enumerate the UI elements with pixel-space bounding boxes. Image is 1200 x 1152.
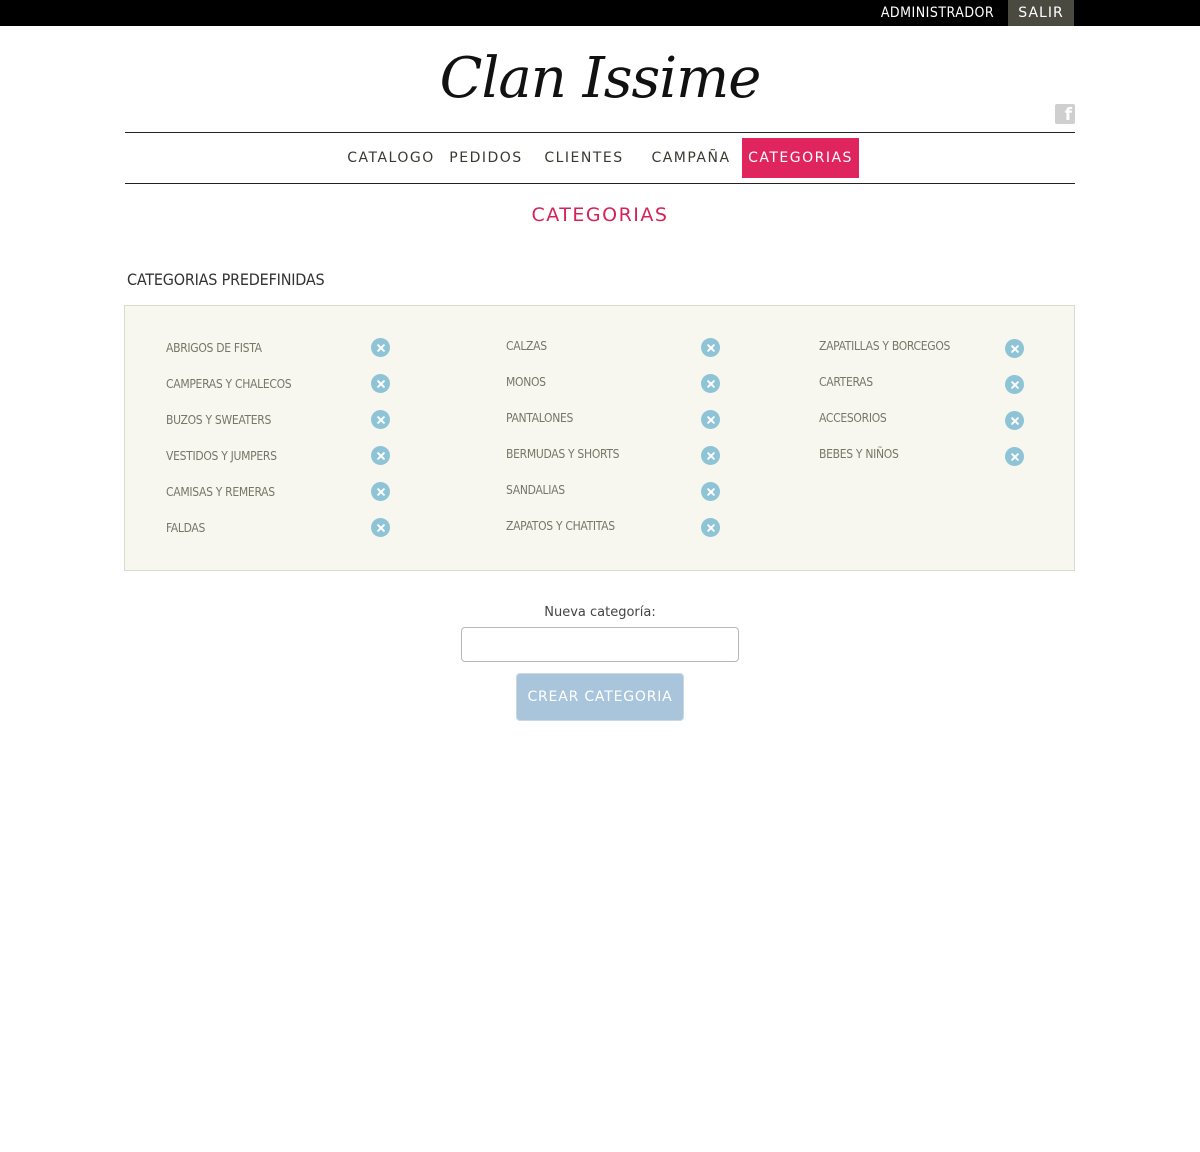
top-bar: ADMINISTRADOR SALIR: [0, 0, 1200, 26]
logout-button[interactable]: SALIR: [1008, 0, 1074, 26]
page-title: CATEGORIAS: [531, 204, 669, 226]
delete-category-icon[interactable]: [701, 518, 720, 537]
nav-item-clientes[interactable]: CLIENTES: [541, 138, 627, 178]
delete-category-icon[interactable]: [371, 410, 390, 429]
delete-category-icon[interactable]: [371, 446, 390, 465]
category-label: CARTERAS: [819, 375, 873, 389]
delete-category-icon[interactable]: [371, 518, 390, 537]
new-category-input[interactable]: [461, 627, 739, 662]
delete-category-icon[interactable]: [1005, 375, 1024, 394]
category-item: PANTALONES: [506, 408, 720, 429]
delete-category-icon[interactable]: [701, 338, 720, 357]
delete-category-icon[interactable]: [1005, 339, 1024, 358]
delete-category-icon[interactable]: [371, 338, 390, 357]
nav-item-catalogo[interactable]: CATALOGO: [347, 138, 435, 178]
category-label: CAMPERAS Y CHALECOS: [166, 377, 292, 391]
category-item: BUZOS Y SWEATERS: [166, 410, 390, 430]
category-label: BEBES Y NIÑOS: [819, 447, 899, 461]
section-title: CATEGORIAS PREDEFINIDAS: [127, 270, 325, 289]
nav-item-campana[interactable]: CAMPAÑA: [647, 138, 735, 178]
delete-category-icon[interactable]: [1005, 447, 1024, 466]
delete-category-icon[interactable]: [1005, 411, 1024, 430]
delete-category-icon[interactable]: [701, 446, 720, 465]
category-item: ZAPATILLAS Y BORCEGOS: [819, 336, 1024, 358]
delete-category-icon[interactable]: [371, 374, 390, 393]
delete-category-icon[interactable]: [371, 482, 390, 501]
delete-category-icon[interactable]: [701, 374, 720, 393]
admin-user-label[interactable]: ADMINISTRADOR: [880, 0, 995, 26]
category-label: FALDAS: [166, 521, 206, 535]
main-nav: CATALOGO PEDIDOS CLIENTES CAMPAÑA CATEGO…: [125, 132, 1075, 184]
site-logo[interactable]: Clan Issime: [400, 44, 800, 114]
category-item: ABRIGOS DE FISTA: [166, 338, 390, 358]
new-category-label: Nueva categoría:: [544, 605, 656, 620]
category-item: ACCESORIOS: [819, 408, 1024, 430]
delete-category-icon[interactable]: [701, 482, 720, 501]
nav-item-pedidos[interactable]: PEDIDOS: [446, 138, 526, 178]
category-label: SANDALIAS: [506, 483, 565, 497]
category-item: SANDALIAS: [506, 480, 720, 501]
category-item: BERMUDAS Y SHORTS: [506, 444, 720, 465]
category-item: CARTERAS: [819, 372, 1024, 394]
category-label: CALZAS: [506, 339, 547, 353]
category-label: BUZOS Y SWEATERS: [166, 413, 272, 427]
category-item: MONOS: [506, 372, 720, 393]
delete-category-icon[interactable]: [701, 410, 720, 429]
category-item: CAMPERAS Y CHALECOS: [166, 374, 390, 394]
category-item: VESTIDOS Y JUMPERS: [166, 446, 390, 466]
category-label: ACCESORIOS: [819, 411, 887, 425]
category-label: ABRIGOS DE FISTA: [166, 341, 262, 355]
nav-item-categorias[interactable]: CATEGORIAS: [742, 138, 859, 178]
category-item: ZAPATOS Y CHATITAS: [506, 516, 720, 537]
category-item: BEBES Y NIÑOS: [819, 444, 1024, 466]
category-label: VESTIDOS Y JUMPERS: [166, 449, 277, 463]
create-category-button[interactable]: CREAR CATEGORIA: [516, 673, 684, 721]
category-item: CALZAS: [506, 336, 720, 357]
category-item: FALDAS: [166, 518, 390, 538]
category-label: ZAPATILLAS Y BORCEGOS: [819, 339, 951, 353]
categories-panel: ABRIGOS DE FISTA CAMPERAS Y CHALECOS BUZ…: [124, 305, 1075, 571]
facebook-icon[interactable]: f: [1055, 104, 1075, 124]
category-item: CAMISAS Y REMERAS: [166, 482, 390, 502]
category-label: PANTALONES: [506, 411, 574, 425]
category-label: ZAPATOS Y CHATITAS: [506, 519, 615, 533]
category-label: CAMISAS Y REMERAS: [166, 485, 275, 499]
category-label: BERMUDAS Y SHORTS: [506, 447, 620, 461]
category-label: MONOS: [506, 375, 546, 389]
